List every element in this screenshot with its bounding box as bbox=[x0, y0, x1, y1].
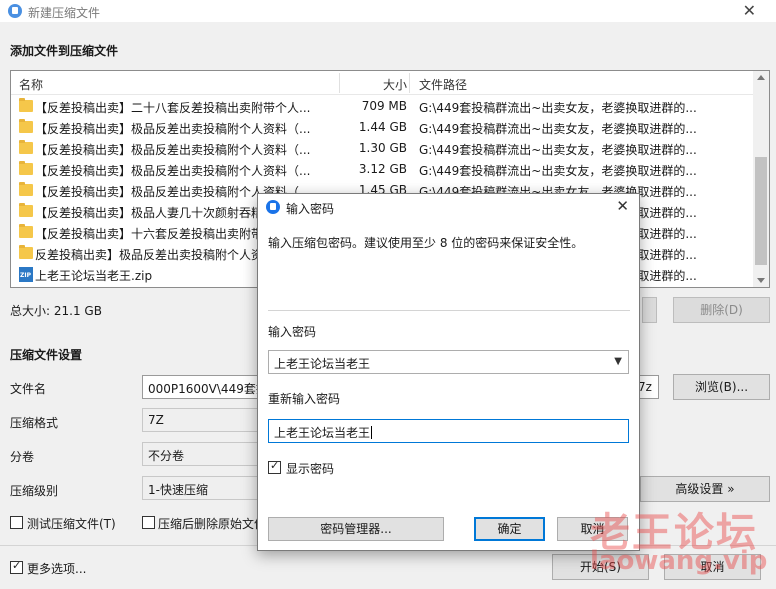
text-caret bbox=[371, 426, 373, 439]
file-row[interactable]: 【反差投稿出卖】极品反差出卖投稿附个人资料（... 3.12 GB G:\449套投… bbox=[11, 159, 755, 180]
confirm-password-label: 重新输入密码 bbox=[268, 392, 341, 406]
add-section-title: 添加文件到压缩文件 bbox=[10, 44, 119, 58]
password-dialog: 输入密码 ✕ 输入压缩包密码。建议使用至少 8 位的密码来保证安全性。 输入密码… bbox=[257, 193, 640, 551]
file-path: G:\449套投稿群流出~出卖女友，老婆换取进群的... bbox=[419, 164, 697, 178]
confirm-password-input[interactable]: 上老王论坛当老王 bbox=[268, 419, 629, 443]
file-path: G:\449套投稿群流出~出卖女友，老婆换取进群的... bbox=[419, 101, 697, 115]
more-options-label: 更多选项... bbox=[27, 562, 87, 576]
browse-button[interactable]: 浏览(B)... bbox=[673, 374, 770, 400]
dialog-close-icon[interactable]: ✕ bbox=[616, 197, 629, 215]
show-password-checkbox[interactable] bbox=[268, 459, 281, 474]
format-select[interactable]: 7Z bbox=[142, 408, 259, 432]
close-icon[interactable]: ✕ bbox=[743, 1, 756, 20]
filename-label: 文件名 bbox=[10, 382, 47, 396]
scroll-down-icon[interactable] bbox=[757, 278, 765, 283]
folder-icon bbox=[19, 182, 33, 196]
delete-button[interactable]: 删除(D) bbox=[673, 297, 770, 323]
folder-icon bbox=[19, 98, 33, 112]
file-name: 【反差投稿出卖】极品反差出卖投稿附个人资料（... bbox=[35, 164, 311, 178]
title-bar: 新建压缩文件 ✕ bbox=[0, 0, 776, 22]
password-value: 上老王论坛当老王 bbox=[274, 357, 371, 371]
file-name: 【反差投稿出卖】极品反差出卖投稿附个人资料（... bbox=[35, 122, 311, 136]
scroll-thumb[interactable] bbox=[755, 157, 767, 265]
level-select[interactable]: 1-快速压缩 bbox=[142, 476, 259, 500]
password-label: 输入密码 bbox=[268, 325, 317, 339]
column-size[interactable]: 大小 bbox=[383, 76, 407, 93]
test-archive-checkbox[interactable] bbox=[10, 516, 23, 529]
delete-after-label: 压缩后删除原始文件 bbox=[158, 517, 258, 531]
column-path[interactable]: 文件路径 bbox=[419, 76, 467, 93]
format-label: 压缩格式 bbox=[10, 416, 59, 430]
column-name[interactable]: 名称 bbox=[19, 76, 43, 93]
dialog-title: 输入密码 bbox=[286, 202, 335, 216]
total-size: 总大小: 21.1 GB bbox=[10, 304, 102, 318]
test-archive-label: 测试压缩文件(T) bbox=[27, 517, 116, 531]
advanced-settings-button[interactable]: 高级设置 » bbox=[640, 476, 770, 502]
file-list-scrollbar[interactable] bbox=[753, 71, 769, 287]
zip-file-icon bbox=[19, 267, 33, 282]
file-size: 1.44 GB bbox=[358, 120, 407, 134]
dialog-divider bbox=[268, 310, 630, 311]
split-label: 分卷 bbox=[10, 450, 35, 464]
file-row[interactable]: 【反差投稿出卖】极品反差出卖投稿附个人资料（... 1.44 GB G:\449套投… bbox=[11, 117, 755, 138]
watermark-url: laowang.vip bbox=[590, 546, 768, 576]
folder-icon bbox=[19, 224, 33, 238]
file-row[interactable]: 【反差投稿出卖】二十八套反差投稿出卖附带个人... 709 MB G:\449套投稿… bbox=[11, 96, 755, 117]
file-row[interactable]: 【反差投稿出卖】极品反差出卖投稿附个人资料（... 1.30 GB G:\449套投… bbox=[11, 138, 755, 159]
settings-title: 压缩文件设置 bbox=[10, 348, 83, 362]
password-manager-button[interactable]: 密码管理器... bbox=[268, 517, 444, 541]
folder-icon bbox=[19, 161, 33, 175]
file-size: 1.30 GB bbox=[358, 141, 407, 155]
file-list-header: 名称 大小 文件路径 bbox=[11, 71, 769, 95]
file-size: 709 MB bbox=[361, 99, 407, 113]
folder-icon bbox=[19, 140, 33, 154]
delete-after-checkbox[interactable] bbox=[142, 516, 155, 529]
filename-tail: 7z bbox=[638, 375, 659, 399]
app-icon bbox=[8, 4, 22, 18]
dialog-hint: 输入压缩包密码。建议使用至少 8 位的密码来保证安全性。 bbox=[268, 236, 584, 250]
window-title: 新建压缩文件 bbox=[28, 6, 101, 20]
chevron-down-icon[interactable]: ▼ bbox=[614, 356, 622, 367]
file-path: G:\449套投稿群流出~出卖女友，老婆换取进群的... bbox=[419, 143, 697, 157]
folder-icon bbox=[19, 119, 33, 133]
hidden-button-edge bbox=[642, 297, 657, 323]
split-select[interactable]: 不分卷 bbox=[142, 442, 259, 466]
file-size: 3.12 GB bbox=[358, 162, 407, 176]
show-password-label: 显示密码 bbox=[286, 462, 335, 476]
level-label: 压缩级别 bbox=[10, 484, 59, 498]
ok-button[interactable]: 确定 bbox=[474, 517, 545, 541]
password-input[interactable]: 上老王论坛当老王 ▼ bbox=[268, 350, 629, 374]
dialog-app-icon bbox=[266, 200, 280, 214]
file-name: 【反差投稿出卖】二十八套反差投稿出卖附带个人... bbox=[35, 101, 311, 115]
folder-icon bbox=[19, 245, 33, 259]
more-options-checkbox[interactable] bbox=[10, 559, 23, 574]
folder-icon bbox=[19, 203, 33, 217]
confirm-password-value: 上老王论坛当老王 bbox=[274, 426, 371, 440]
scroll-up-icon[interactable] bbox=[757, 75, 765, 80]
file-name: 【反差投稿出卖】极品反差出卖投稿附个人资料（... bbox=[35, 143, 311, 157]
file-path: G:\449套投稿群流出~出卖女友，老婆换取进群的... bbox=[419, 122, 697, 136]
